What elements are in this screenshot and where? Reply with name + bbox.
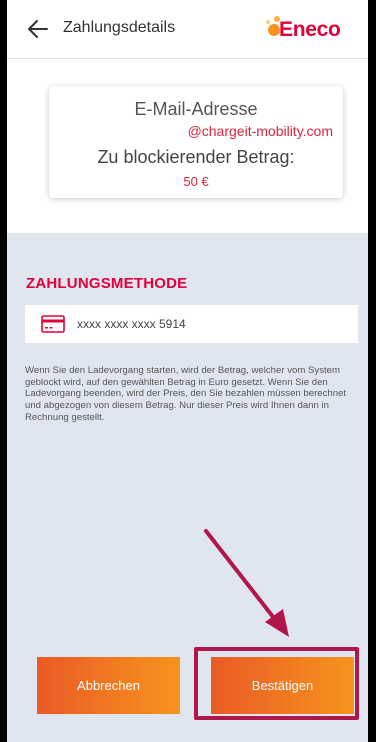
email-value: @chargeit-mobility.com xyxy=(187,123,333,139)
payment-card-selector[interactable]: xxxx xxxx xxxx 5914 xyxy=(25,305,358,343)
cancel-button[interactable]: Abbrechen xyxy=(37,657,180,714)
account-info-card: E-Mail-Adresse @chargeit-mobility.com Zu… xyxy=(49,86,343,198)
logo-dot-small xyxy=(266,20,270,24)
amount-label: Zu blockierender Betrag: xyxy=(97,147,295,167)
credit-card-icon xyxy=(41,315,65,333)
eneco-logo: Eneco xyxy=(262,14,352,44)
top-bar: Zahlungsdetails Eneco xyxy=(7,0,368,59)
email-label: E-Mail-Adresse xyxy=(134,99,258,119)
logo-text: Eneco xyxy=(279,18,341,41)
arrow-left-icon[interactable] xyxy=(27,19,49,39)
confirm-button[interactable]: Bestätigen xyxy=(211,657,354,714)
payment-method-heading: ZAHLUNGSMETHODE xyxy=(26,275,188,292)
amount-value: 50 € xyxy=(183,174,209,189)
page-title: Zahlungsdetails xyxy=(63,19,176,36)
app-screen: Zahlungsdetails Eneco E-Mail-Adresse @ch… xyxy=(7,0,368,742)
payment-info-text: Wenn Sie den Ladevorgang starten, wird d… xyxy=(25,365,347,423)
card-number: xxxx xxxx xxxx 5914 xyxy=(77,317,186,331)
